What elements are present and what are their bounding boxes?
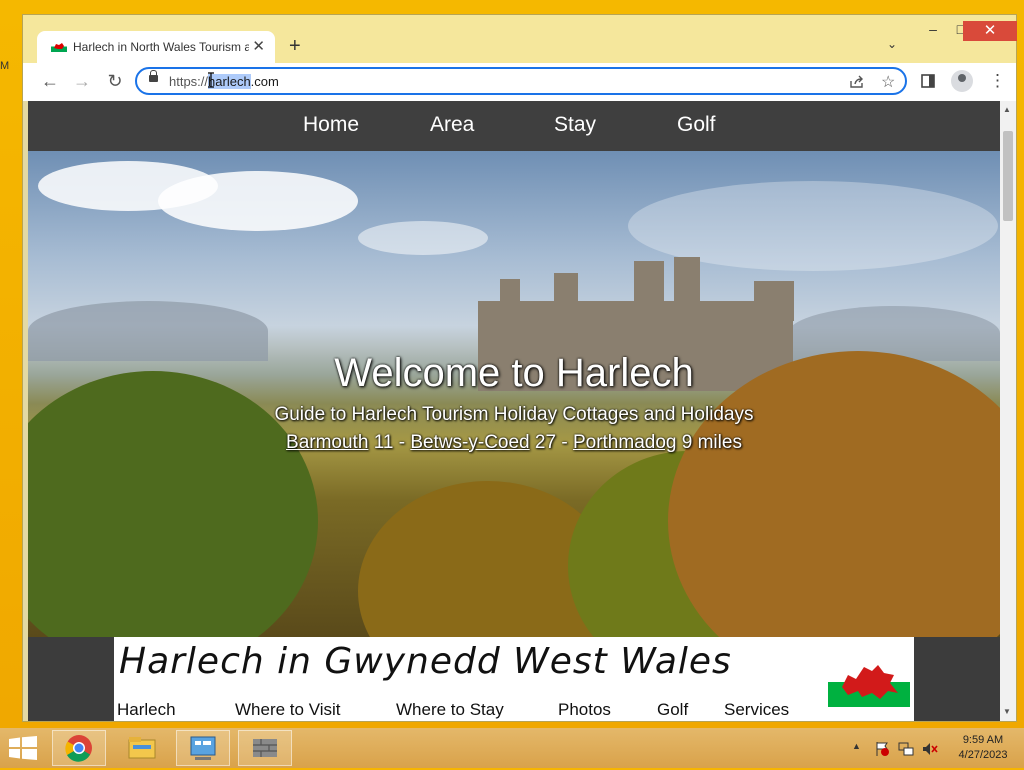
url-text[interactable]: https://harlech.com — [169, 74, 279, 89]
close-window-button[interactable]: ✕ — [963, 21, 1017, 41]
network-icon[interactable] — [898, 741, 914, 757]
separator: - — [393, 432, 411, 453]
address-bar[interactable]: https://harlech.com ☆ — [135, 67, 907, 95]
link-barmouth[interactable]: Barmouth — [286, 432, 368, 453]
desktop-fragment-text: M — [0, 60, 10, 72]
link-porthmadog[interactable]: Porthmadog — [573, 432, 677, 453]
castle-tower — [754, 281, 794, 321]
windows-start-icon[interactable] — [8, 736, 38, 760]
minimize-button[interactable]: – — [923, 21, 943, 43]
panel-nav-where-to-stay[interactable]: Where to Stay — [396, 700, 504, 720]
file-explorer-icon — [128, 737, 156, 759]
nav-area[interactable]: Area — [430, 113, 474, 137]
castle-tower — [674, 257, 700, 307]
taskbar-chrome[interactable] — [52, 730, 106, 766]
separator: - — [556, 432, 573, 453]
reload-button[interactable]: ↻ — [103, 71, 127, 92]
taskbar-firewall[interactable] — [238, 730, 292, 766]
distance-porthmadog: 9 — [681, 432, 693, 453]
clock-time: 9:59 AM — [962, 734, 1004, 746]
bookmark-star-icon[interactable]: ☆ — [881, 72, 895, 92]
castle-tower — [500, 279, 520, 309]
text-cursor-icon — [208, 72, 214, 88]
nav-golf[interactable]: Golf — [677, 113, 716, 137]
hero-distances: Barmouth 11 - Betws-y-Coed 27 - Porthmad… — [28, 432, 1000, 454]
hero-image: Welcome to Harlech Guide to Harlech Tour… — [28, 151, 1000, 637]
title-bar[interactable]: Harlech in North Wales Tourism a ✕ + ⌄ –… — [23, 15, 1016, 63]
distance-unit: miles — [697, 432, 742, 453]
castle-tower — [554, 273, 578, 309]
system-clock[interactable]: 9:59 AM 4/27/2023 — [950, 733, 1016, 763]
hero-title: Welcome to Harlech — [334, 351, 694, 395]
new-tab-button[interactable]: + — [289, 35, 301, 58]
panel-nav-where-to-visit[interactable]: Where to Visit — [235, 700, 341, 720]
content-section: Harlech in Gwynedd West Wales Harlech Wh… — [28, 637, 1000, 721]
taskbar-control-panel[interactable] — [176, 730, 230, 766]
cloud — [358, 221, 488, 255]
tab-search-chevron-icon[interactable]: ⌄ — [887, 37, 897, 51]
tab-harlech[interactable]: Harlech in North Wales Tourism a ✕ — [37, 31, 275, 63]
taskbar: ▲ 9:59 AM 4/27/2023 — [0, 728, 1024, 768]
url-scheme: https:// — [169, 74, 209, 89]
profile-icon[interactable] — [951, 70, 973, 92]
welsh-flag-icon — [828, 657, 910, 707]
welsh-flag-icon — [51, 41, 67, 52]
scroll-down-icon[interactable]: ▼ — [1003, 707, 1011, 716]
site-nav: Home Area Stay Golf — [28, 101, 1000, 151]
clock-date: 4/27/2023 — [958, 749, 1008, 761]
volume-muted-icon[interactable] — [922, 741, 938, 757]
lock-icon[interactable] — [149, 70, 158, 82]
forward-button[interactable]: → — [70, 71, 94, 92]
side-panel-icon[interactable] — [921, 74, 935, 88]
firewall-icon — [253, 739, 277, 757]
show-hidden-icons-button[interactable]: ▲ — [852, 741, 861, 751]
panel-title: Harlech in Gwynedd West Wales — [119, 641, 732, 682]
hero-subtitle: Guide to Harlech Tourism Holiday Cottage… — [274, 404, 754, 425]
browser-window: Harlech in North Wales Tourism a ✕ + ⌄ –… — [22, 14, 1017, 722]
back-button[interactable]: ← — [38, 71, 62, 92]
chrome-icon — [65, 735, 92, 762]
panel-nav-services[interactable]: Services — [724, 700, 789, 720]
castle-tower — [634, 261, 664, 309]
tab-title: Harlech in North Wales Tourism a — [73, 40, 249, 54]
header-panel: Harlech in Gwynedd West Wales Harlech Wh… — [114, 637, 914, 721]
scroll-up-icon[interactable]: ▲ — [1003, 105, 1011, 114]
nav-home[interactable]: Home — [303, 113, 359, 137]
action-center-flag-icon[interactable] — [874, 741, 890, 757]
link-betws-y-coed[interactable]: Betws-y-Coed — [410, 432, 529, 453]
distance-barmouth: 11 — [373, 432, 394, 453]
nav-stay[interactable]: Stay — [554, 113, 596, 137]
panel-nav-golf[interactable]: Golf — [657, 700, 688, 720]
cloud — [158, 171, 358, 231]
panel-nav-harlech[interactable]: Harlech — [117, 700, 176, 720]
control-panel-icon — [190, 736, 216, 760]
browser-toolbar: ← → ↻ https://harlech.com ☆ ⋮ — [23, 63, 1016, 101]
distance-betws-y-coed: 27 — [534, 432, 557, 453]
page-scrollbar[interactable]: ▲ ▼ — [1000, 101, 1016, 721]
menu-icon[interactable]: ⋮ — [989, 71, 1006, 91]
taskbar-file-explorer[interactable] — [114, 730, 168, 766]
url-host-rest: .com — [250, 74, 279, 89]
share-icon[interactable] — [849, 75, 865, 89]
scrollbar-thumb[interactable] — [1003, 131, 1013, 221]
tab-close-icon[interactable]: ✕ — [252, 37, 265, 55]
page-viewport: Home Area Stay Golf Welcome to Harlech G… — [28, 101, 1000, 721]
panel-nav-photos[interactable]: Photos — [558, 700, 611, 720]
